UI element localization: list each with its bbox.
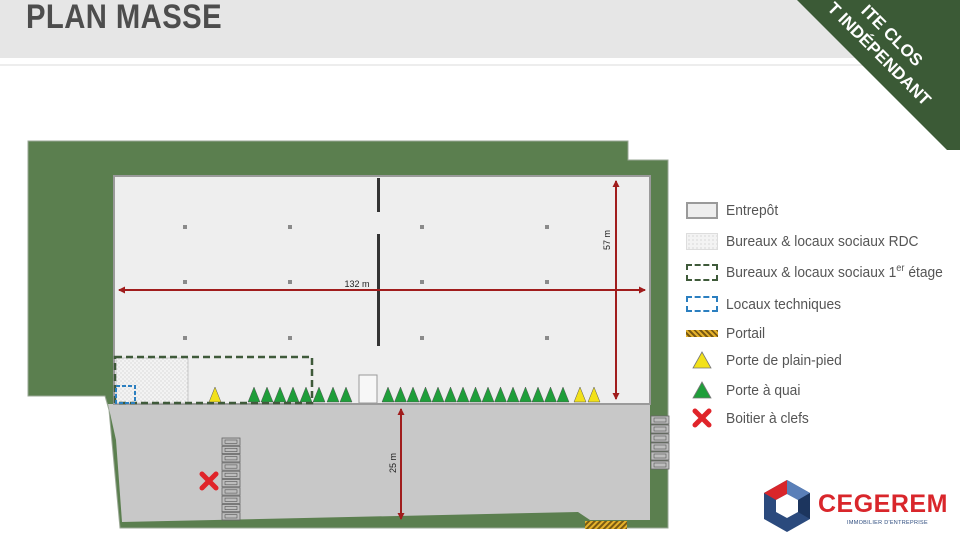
legend-label-ground-door: Porte de plain-pied bbox=[726, 351, 842, 369]
parking-spot bbox=[221, 512, 241, 521]
parking-spot bbox=[221, 454, 241, 463]
gate-swatch bbox=[686, 322, 718, 344]
cegerem-logo: CEGEREM IMMOBILIER D'ENTREPRISE bbox=[760, 478, 950, 534]
cegerem-logo-mark bbox=[764, 480, 810, 532]
middle-room bbox=[358, 374, 378, 404]
legend-item-technical-room: Locaux techniques bbox=[686, 292, 851, 316]
legend-item-warehouse: Entrepôt bbox=[686, 198, 783, 222]
legend-item-dock-door: Porte à quai bbox=[686, 378, 807, 402]
legend-label-dock-door: Porte à quai bbox=[726, 381, 801, 399]
warehouse-swatch bbox=[686, 199, 718, 221]
logo-name: CEGEREM bbox=[818, 490, 948, 518]
parking-spot bbox=[221, 445, 241, 454]
parking-spot bbox=[221, 479, 241, 488]
parking-spot bbox=[221, 503, 241, 513]
red-cross-icon bbox=[686, 407, 718, 429]
yellow-triangle-icon bbox=[686, 349, 718, 371]
parking-spot bbox=[221, 437, 241, 446]
legend-item-ground-door: Porte de plain-pied bbox=[686, 348, 852, 372]
legend-label-office-first-floor: Bureaux & locaux sociaux 1er étage bbox=[726, 263, 943, 281]
office-ground-swatch bbox=[686, 230, 718, 252]
firewall bbox=[377, 178, 380, 346]
legend-item-office-ground: Bureaux & locaux sociaux RDC bbox=[686, 229, 935, 253]
legend-item-gate: Portail bbox=[686, 321, 769, 345]
logo-subtitle: IMMOBILIER D'ENTREPRISE bbox=[847, 520, 928, 526]
gate bbox=[585, 521, 627, 529]
technical-room-swatch bbox=[686, 293, 718, 315]
yard-dimension-label: 25 m bbox=[388, 453, 398, 473]
legend-label-technical-room: Locaux techniques bbox=[726, 295, 842, 313]
legend-label-warehouse: Entrepôt bbox=[726, 201, 779, 219]
legend-item-office-first-floor: Bureaux & locaux sociaux 1er étage bbox=[686, 260, 960, 284]
legend-label-office-ground: Bureaux & locaux sociaux RDC bbox=[726, 232, 919, 250]
width-dimension-label: 132 m bbox=[344, 279, 369, 289]
office-ground-floor bbox=[115, 357, 189, 404]
parking-spot bbox=[221, 487, 241, 496]
yard-area bbox=[108, 404, 650, 522]
office-first-floor-swatch bbox=[686, 261, 718, 283]
legend-label-key-box: Boitier à clefs bbox=[726, 409, 809, 427]
parking-spot bbox=[221, 462, 241, 471]
legend-label-gate: Portail bbox=[726, 324, 766, 342]
depth-dimension-label: 57 m bbox=[602, 230, 612, 250]
parking-spot bbox=[221, 470, 241, 479]
legend-item-key-box: Boitier à clefs bbox=[686, 406, 816, 430]
parking-spot bbox=[221, 495, 241, 504]
green-triangle-icon bbox=[686, 379, 718, 401]
